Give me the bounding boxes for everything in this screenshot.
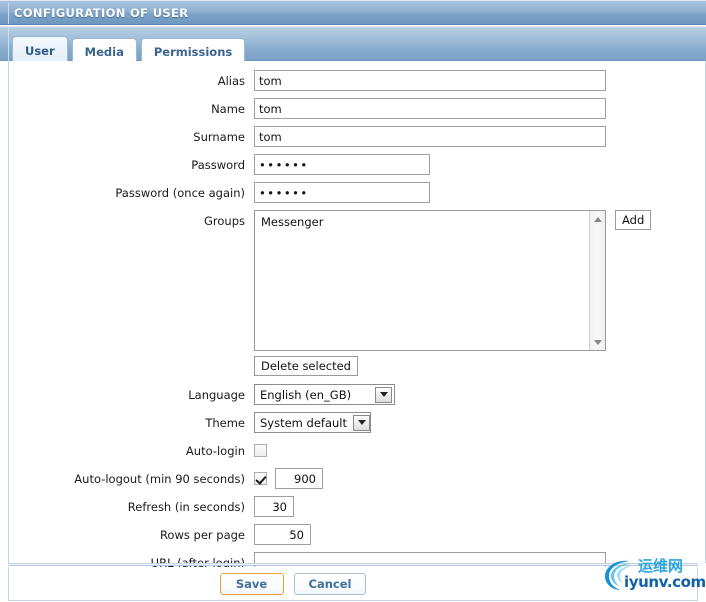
password-again-input[interactable] [254, 182, 430, 203]
list-item[interactable]: Messenger [255, 211, 605, 229]
tab-media-label: Media [84, 44, 124, 59]
rows-per-page-input[interactable] [254, 524, 311, 545]
form-row-password: Password [9, 154, 706, 177]
form-row-rows-per-page: Rows per page [9, 524, 706, 547]
page-title: CONFIGURATION OF USER [14, 6, 189, 20]
tab-list: User Media Permissions [12, 36, 246, 64]
surname-input[interactable] [254, 126, 606, 147]
add-group-button[interactable]: Add [615, 210, 652, 230]
groups-listbox[interactable]: Messenger [254, 210, 606, 351]
form-row-name: Name [9, 98, 706, 121]
rows-per-page-label: Rows per page [159, 528, 245, 542]
language-select[interactable]: English (en_GB) [254, 384, 395, 405]
name-input[interactable] [254, 98, 606, 119]
user-form: Alias Name Surname [9, 70, 706, 580]
tab-permissions-label: Permissions [153, 44, 233, 59]
cancel-button[interactable]: Cancel [293, 572, 367, 595]
tab-strip: User Media Permissions [0, 26, 706, 64]
delete-selected-button[interactable]: Delete selected [254, 356, 358, 376]
form-row-refresh: Refresh (in seconds) [9, 496, 706, 519]
save-button[interactable]: Save [219, 572, 284, 595]
auto-logout-label: Auto-logout (min 90 seconds) [74, 472, 245, 486]
form-row-surname: Surname [9, 126, 706, 149]
alias-input[interactable] [254, 70, 606, 91]
refresh-label: Refresh (in seconds) [127, 500, 245, 514]
tab-user-label: User [25, 43, 55, 58]
window-titlebar: CONFIGURATION OF USER [0, 0, 706, 25]
tabstrip-left-edge [8, 27, 9, 62]
tab-user[interactable]: User [12, 36, 68, 64]
form-row-auto-logout: Auto-logout (min 90 seconds) [9, 468, 706, 491]
form-row-password-again: Password (once again) [9, 182, 706, 205]
form-row-groups: Groups Messenger Add [9, 210, 706, 351]
content-panel: Alias Name Surname [8, 61, 706, 573]
chevron-down-icon[interactable] [353, 414, 371, 431]
configuration-window: CONFIGURATION OF USER User Media Permiss… [0, 0, 706, 602]
groups-scrollbar[interactable] [589, 211, 605, 350]
auto-login-label: Auto-login [185, 444, 245, 458]
scroll-down-arrow-icon[interactable] [590, 334, 605, 350]
theme-select[interactable]: System default [254, 412, 371, 433]
surname-label: Surname [193, 130, 245, 144]
language-label: Language [188, 388, 245, 402]
groups-label: Groups [203, 214, 245, 228]
auto-login-checkbox[interactable] [254, 444, 267, 457]
form-row-auto-login: Auto-login [9, 440, 706, 463]
form-row-theme: Theme System default [9, 412, 706, 435]
footer-separator [8, 563, 698, 566]
theme-select-value: System default [260, 415, 348, 430]
tab-content-user: Alias Name Surname [0, 61, 706, 573]
auto-logout-checkbox[interactable] [254, 472, 267, 485]
scroll-up-arrow-icon[interactable] [590, 211, 605, 227]
form-row-delete-selected: Delete selected [9, 356, 706, 379]
name-label: Name [211, 102, 245, 116]
chevron-down-icon[interactable] [375, 386, 392, 403]
password-again-label: Password (once again) [115, 186, 245, 200]
footer-bar: Save Cancel [8, 567, 698, 601]
password-input[interactable] [254, 154, 430, 175]
language-select-value: English (en_GB) [260, 387, 352, 402]
alias-label: Alias [217, 74, 245, 88]
password-label: Password [191, 158, 245, 172]
refresh-seconds-input[interactable] [254, 496, 294, 517]
form-row-language: Language English (en_GB) [9, 384, 706, 407]
form-row-alias: Alias [9, 70, 706, 93]
auto-logout-seconds-input[interactable] [275, 468, 323, 489]
theme-label: Theme [205, 416, 245, 430]
